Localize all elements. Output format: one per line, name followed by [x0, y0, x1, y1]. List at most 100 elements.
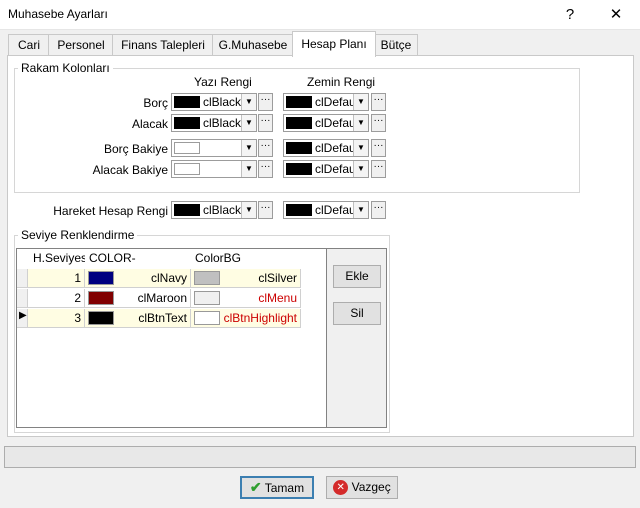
dropdown-arrow-icon[interactable]: ▼ [241, 202, 256, 218]
alacak-fg-value: clBlack [203, 116, 241, 130]
dropdown-arrow-icon[interactable]: ▼ [241, 140, 256, 156]
tab-personel[interactable]: Personel [48, 34, 114, 55]
color-swatch [88, 291, 114, 305]
color-cell[interactable]: clMaroon [85, 289, 191, 308]
alacak-bg-combo[interactable]: clDefault ▼ [283, 114, 369, 132]
add-button[interactable]: Ekle [333, 265, 381, 288]
dropdown-arrow-icon[interactable]: ▼ [241, 161, 256, 177]
dropdown-arrow-icon[interactable]: ▼ [353, 140, 368, 156]
seviye-group-label: Seviye Renklendirme [18, 228, 138, 242]
borc-bakiye-bg-ellipsis-button[interactable]: ··· [371, 139, 386, 157]
borc-fg-value: clBlack [203, 95, 241, 109]
table-row[interactable]: 2 clMaroon clMenu [17, 289, 301, 309]
row-indicator [17, 269, 28, 288]
cancel-label: Vazgeç [351, 480, 391, 494]
hareket-bg-combo[interactable]: clDefault ▼ [283, 201, 369, 219]
hareket-fg-value: clBlack [203, 203, 241, 217]
cancel-icon: ✕ [333, 480, 349, 496]
tab-butce[interactable]: Bütçe [374, 34, 418, 55]
ok-button[interactable]: ✔ Tamam [240, 476, 314, 499]
color-swatch [286, 142, 312, 154]
color-swatch [286, 96, 312, 108]
dropdown-arrow-icon[interactable]: ▼ [353, 161, 368, 177]
table-row[interactable]: 1 clNavy clSilver [17, 269, 301, 289]
color-name: clNavy [150, 271, 187, 285]
borc-bg-combo[interactable]: clDefault ▼ [283, 93, 369, 111]
alacak-bg-ellipsis-button[interactable]: ··· [371, 114, 386, 132]
hareket-fg-ellipsis-button[interactable]: ··· [258, 201, 273, 219]
color-swatch [286, 204, 312, 216]
header-colorbg[interactable]: ColorBG [195, 249, 295, 267]
borc-bg-value: clDefault [315, 95, 353, 109]
row-indicator: ▶ [17, 309, 28, 328]
cancel-button[interactable]: ✕ Vazgeç [326, 476, 398, 499]
color-swatch [174, 163, 200, 175]
row-indicator [17, 289, 28, 308]
color-swatch [286, 117, 312, 129]
colorbg-cell[interactable]: clBtnHighlight [191, 309, 301, 328]
borc-label: Borç [143, 96, 168, 110]
level-cell: 3 [28, 309, 85, 328]
color-swatch [88, 311, 114, 325]
rakam-group-label: Rakam Kolonları [18, 61, 113, 75]
dropdown-arrow-icon[interactable]: ▼ [353, 94, 368, 110]
window-title: Muhasebe Ayarları [8, 7, 108, 21]
current-row-arrow-icon: ▶ [19, 310, 27, 321]
alacak-fg-combo[interactable]: clBlack ▼ [171, 114, 257, 132]
color-swatch [174, 117, 200, 129]
alacak-bakiye-bg-ellipsis-button[interactable]: ··· [371, 160, 386, 178]
seviye-grid[interactable]: H.Seviyesi COLOR- ColorBG 1 clNavy clSil… [16, 248, 327, 428]
borc-bakiye-label: Borç Bakiye [103, 142, 168, 156]
borc-fg-ellipsis-button[interactable]: ··· [258, 93, 273, 111]
borc-bakiye-fg-combo[interactable]: ▼ [171, 139, 257, 157]
hareket-label: Hareket Hesap Rengi [53, 204, 168, 218]
bg-swatch [194, 311, 220, 325]
alacak-bakiye-fg-ellipsis-button[interactable]: ··· [258, 160, 273, 178]
ok-label: Tamam [264, 481, 305, 495]
alacak-bakiye-fg-combo[interactable]: ▼ [171, 160, 257, 178]
alacak-bakiye-bg-value: clDefault [315, 162, 353, 176]
alacak-bakiye-bg-combo[interactable]: clDefault ▼ [283, 160, 369, 178]
table-row[interactable]: ▶ 3 clBtnText clBtnHighlight [17, 309, 301, 329]
delete-button[interactable]: Sil [333, 302, 381, 325]
bg-column-header: Zemin Rengi [307, 75, 376, 89]
level-cell: 1 [28, 269, 85, 288]
level-cell: 2 [28, 289, 85, 308]
header-color[interactable]: COLOR- [89, 249, 189, 267]
tab-finans-talepleri[interactable]: Finans Talepleri [112, 34, 214, 55]
bg-swatch [194, 291, 220, 305]
help-button[interactable]: ? [548, 0, 592, 29]
dropdown-arrow-icon[interactable]: ▼ [241, 94, 256, 110]
close-button[interactable]: ✕ [594, 0, 638, 29]
color-swatch [88, 271, 114, 285]
fg-column-header: Yazı Rengi [194, 75, 252, 89]
colorbg-cell[interactable]: clSilver [191, 269, 301, 288]
colorbg-cell[interactable]: clMenu [191, 289, 301, 308]
borc-bakiye-fg-ellipsis-button[interactable]: ··· [258, 139, 273, 157]
color-cell[interactable]: clNavy [85, 269, 191, 288]
dropdown-arrow-icon[interactable]: ▼ [241, 115, 256, 131]
borc-bakiye-bg-combo[interactable]: clDefault ▼ [283, 139, 369, 157]
header-h-seviyesi[interactable]: H.Seviyesi [33, 249, 85, 267]
status-bar [4, 446, 636, 468]
dropdown-arrow-icon[interactable]: ▼ [353, 202, 368, 218]
borc-fg-combo[interactable]: clBlack ▼ [171, 93, 257, 111]
dropdown-arrow-icon[interactable]: ▼ [353, 115, 368, 131]
borc-bakiye-bg-value: clDefault [315, 141, 353, 155]
alacak-bakiye-label: Alacak Bakiye [92, 163, 168, 177]
tab-hesap-plani[interactable]: Hesap Planı [292, 31, 376, 57]
bg-name: clSilver [258, 271, 297, 285]
bg-name: clMenu [258, 291, 297, 305]
hareket-bg-value: clDefault [315, 203, 353, 217]
bg-swatch [194, 271, 220, 285]
borc-bg-ellipsis-button[interactable]: ··· [371, 93, 386, 111]
bg-name: clBtnHighlight [223, 311, 297, 325]
hareket-fg-combo[interactable]: clBlack ▼ [171, 201, 257, 219]
color-swatch [174, 204, 200, 216]
tab-cari[interactable]: Cari [8, 34, 50, 55]
tab-g-muhasebe[interactable]: G.Muhasebe [212, 34, 294, 55]
hareket-bg-ellipsis-button[interactable]: ··· [371, 201, 386, 219]
alacak-bg-value: clDefault [315, 116, 353, 130]
alacak-fg-ellipsis-button[interactable]: ··· [258, 114, 273, 132]
color-cell[interactable]: clBtnText [85, 309, 191, 328]
